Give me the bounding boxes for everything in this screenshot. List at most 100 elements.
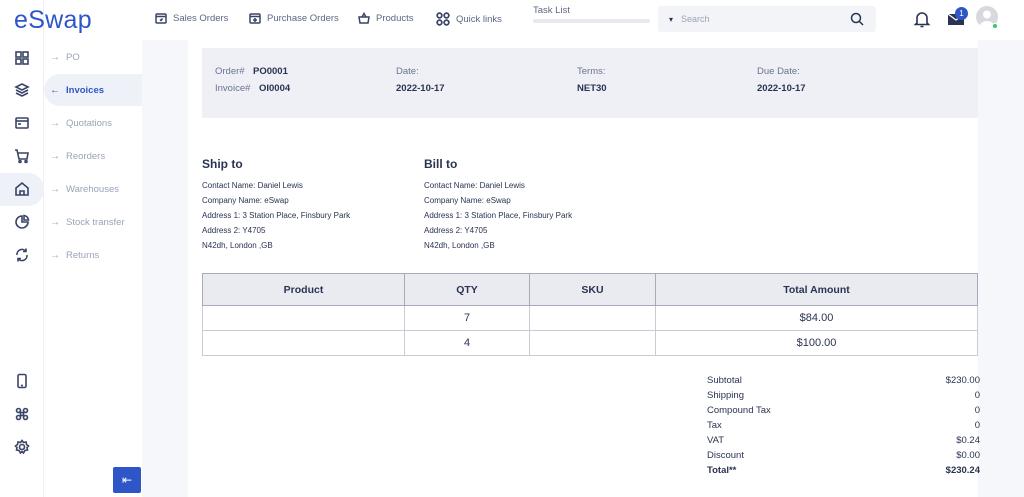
- column-header-total-amount[interactable]: Total Amount: [655, 273, 978, 306]
- mobile-icon[interactable]: [12, 371, 32, 391]
- cell-sku: [529, 305, 656, 331]
- arrow-right-icon: →: [50, 183, 60, 195]
- bill-to-line: Address 1: 3 Station Place, Finsbury Par…: [424, 211, 573, 220]
- arrow-right-icon: →: [50, 216, 60, 228]
- refresh-icon[interactable]: [12, 245, 32, 265]
- ship-to-title: Ship to: [202, 157, 243, 171]
- totals-label: Compound Tax: [707, 405, 771, 416]
- search-box[interactable]: ▾ Search: [658, 6, 876, 32]
- totals-value: 0: [974, 405, 980, 416]
- bill-to-line: Company Name: eSwap: [424, 196, 511, 205]
- totals-value: $230.00: [945, 375, 980, 386]
- chevron-down-icon[interactable]: ▾: [669, 15, 673, 24]
- nav-products-label: Products: [376, 12, 414, 24]
- date-value: 2022-10-17: [396, 83, 445, 94]
- ship-to-line: Contact Name: Daniel Lewis: [202, 181, 303, 190]
- nav-quick-links[interactable]: Quick links: [436, 12, 502, 26]
- ship-to-line: Company Name: eSwap: [202, 196, 289, 205]
- totals-row-tax: Tax 0: [707, 420, 980, 435]
- submenu-item-label: Reorders: [66, 150, 106, 162]
- submenu-item-reorders[interactable]: → Reorders: [50, 148, 105, 164]
- totals-label: Tax: [707, 420, 722, 431]
- sales-orders-icon: [155, 13, 167, 24]
- nav-quick-links-label: Quick links: [456, 13, 502, 25]
- grid-icon[interactable]: [12, 48, 32, 68]
- ship-to-line: Address 1: 3 Station Place, Finsbury Par…: [202, 211, 351, 220]
- submenu-item-invoices[interactable]: ← Invoices: [50, 82, 104, 98]
- totals-value: $0.24: [956, 435, 980, 446]
- totals-value: $230.24: [945, 465, 980, 476]
- top-nav: Sales Orders Purchase Orders Products Qu…: [142, 0, 1024, 40]
- totals-value: $0.00: [956, 450, 980, 461]
- settings-icon[interactable]: [12, 437, 32, 457]
- order-label: Order#: [215, 66, 245, 77]
- home-icon[interactable]: [12, 179, 32, 199]
- cell-product: [202, 305, 405, 331]
- totals-value: 0: [974, 390, 980, 401]
- mail-count-badge: 1: [955, 7, 968, 20]
- ship-to-line: N42dh, London ,GB: [202, 241, 273, 250]
- totals-label: VAT: [707, 435, 725, 446]
- invoice-sheet: Order# PO0001 Invoice# OI0004 Date: 2022…: [188, 40, 980, 497]
- terms-label: Terms:: [577, 66, 606, 77]
- column-header-sku[interactable]: SKU: [529, 273, 656, 306]
- online-status-dot: [992, 23, 998, 29]
- due-date-value: 2022-10-17: [757, 83, 806, 94]
- command-icon[interactable]: [12, 404, 32, 424]
- layers-icon[interactable]: [12, 80, 32, 100]
- totals-row-compound-tax: Compound Tax 0: [707, 405, 980, 420]
- column-header-qty[interactable]: QTY: [404, 273, 530, 306]
- cell-sku: [529, 330, 656, 356]
- search-input[interactable]: Search: [681, 14, 710, 24]
- collapse-menu-icon: ⇤: [121, 473, 133, 487]
- search-icon[interactable]: [850, 12, 864, 26]
- totals-label: Shipping: [707, 390, 744, 401]
- order-number: PO0001: [253, 66, 288, 77]
- submenu-item-label: Quotations: [66, 117, 112, 129]
- icon-rail: [0, 0, 44, 497]
- arrow-right-icon: →: [50, 117, 60, 129]
- submenu-item-label: PO: [66, 51, 80, 63]
- column-header-product[interactable]: Product: [202, 273, 405, 306]
- table-row[interactable]: 4 $100.00: [202, 330, 978, 356]
- task-list-label[interactable]: Task List: [533, 5, 570, 16]
- submenu-item-po[interactable]: → PO: [50, 49, 80, 65]
- cart-icon[interactable]: [12, 146, 32, 166]
- totals-label: Subtotal: [707, 375, 742, 386]
- bell-icon[interactable]: [912, 9, 932, 29]
- invoice-label: Invoice#: [215, 83, 251, 94]
- nav-purchase-orders-label: Purchase Orders: [267, 12, 339, 24]
- line-items-table: Product QTY SKU Total Amount 7 $84.00 4 …: [202, 273, 978, 356]
- totals-summary: Subtotal $230.00 Shipping 0 Compound Tax…: [707, 375, 980, 480]
- bill-to-line: N42dh, London ,GB: [424, 241, 495, 250]
- card-icon[interactable]: [12, 113, 32, 133]
- arrow-right-icon: →: [50, 51, 60, 63]
- bill-to-line: Contact Name: Daniel Lewis: [424, 181, 525, 190]
- cell-qty: 7: [404, 305, 530, 331]
- arrow-right-icon: →: [50, 150, 60, 162]
- submenu-item-label: Stock transfer: [66, 216, 125, 228]
- nav-products[interactable]: Products: [358, 12, 414, 24]
- submenu-item-warehouses[interactable]: → Warehouses: [50, 181, 119, 197]
- totals-label: Total**: [707, 465, 737, 476]
- app-root: eSwap → PO ← Invoices → Quotations → Reo…: [0, 0, 1024, 497]
- app-logo[interactable]: eSwap: [14, 6, 92, 35]
- totals-value: 0: [974, 420, 980, 431]
- submenu-item-label: Returns: [66, 249, 100, 261]
- totals-label: Discount: [707, 450, 744, 461]
- submenu-item-returns[interactable]: → Returns: [50, 247, 99, 263]
- invoice-header: Order# PO0001 Invoice# OI0004 Date: 2022…: [202, 48, 978, 118]
- bill-to-line: Address 2: Y4705: [424, 226, 488, 235]
- totals-row-discount: Discount $0.00: [707, 450, 980, 465]
- collapse-sidebar-button[interactable]: ⇤: [113, 467, 141, 493]
- task-list-progress: [533, 19, 650, 23]
- pie-chart-icon[interactable]: [12, 212, 32, 232]
- purchase-orders-icon: [249, 13, 261, 24]
- nav-purchase-orders[interactable]: Purchase Orders: [249, 12, 339, 24]
- nav-sales-orders[interactable]: Sales Orders: [155, 12, 228, 24]
- totals-row-shipping: Shipping 0: [707, 390, 980, 405]
- invoice-number: OI0004: [259, 83, 291, 94]
- submenu-item-quotations[interactable]: → Quotations: [50, 115, 112, 131]
- table-row[interactable]: 7 $84.00: [202, 305, 978, 331]
- submenu-item-stock-transfer[interactable]: → Stock transfer: [50, 214, 125, 230]
